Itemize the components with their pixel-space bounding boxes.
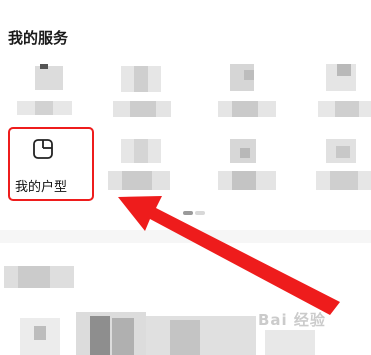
watermark-text: Bai 经验 bbox=[258, 311, 326, 329]
annotation-arrow bbox=[118, 196, 340, 315]
